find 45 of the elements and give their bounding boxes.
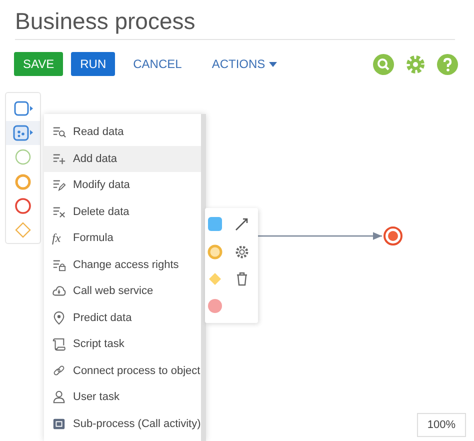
- link-icon: [52, 364, 66, 378]
- menu-item[interactable]: Read data: [44, 119, 201, 146]
- menu-item[interactable]: Add data: [44, 146, 201, 172]
- menu-item[interactable]: Call web service: [44, 278, 201, 304]
- pencil-icon: [52, 178, 66, 192]
- menu-item[interactable]: Sub-process (Call activity): [44, 410, 201, 437]
- task-icon[interactable]: [207, 216, 223, 232]
- zoom-level[interactable]: 100%: [417, 413, 466, 437]
- menu-item[interactable]: Delete data: [44, 198, 201, 225]
- search-icon[interactable]: [373, 54, 394, 74]
- menu-item[interactable]: fx Formula: [44, 225, 201, 252]
- task-icon: [12, 98, 34, 119]
- settings-icon[interactable]: [234, 244, 250, 260]
- formula-icon: fx: [52, 231, 66, 246]
- map-pin-icon: [52, 310, 66, 325]
- add-data-icon: [52, 152, 66, 166]
- actions-dropdown[interactable]: ACTIONS: [210, 52, 280, 76]
- menu-item[interactable]: Modify data: [44, 172, 201, 198]
- script-task-icon: [12, 123, 34, 144]
- subprocess-icon: [52, 416, 66, 431]
- delete-icon[interactable]: [234, 271, 250, 287]
- palette-item[interactable]: [6, 121, 40, 145]
- cloud-icon: [52, 284, 66, 298]
- menu-item[interactable]: Script task: [44, 331, 201, 358]
- end-event-icon[interactable]: [207, 298, 223, 314]
- page-title: Business process: [15, 8, 455, 40]
- menu-item[interactable]: User task: [44, 384, 201, 410]
- help-icon[interactable]: [437, 54, 458, 74]
- cancel-link[interactable]: CANCEL: [131, 52, 184, 76]
- connector-arrow[interactable]: [258, 232, 382, 240]
- intermediate-event-icon[interactable]: [207, 244, 223, 260]
- lock-icon: [52, 258, 66, 272]
- run-button[interactable]: RUN: [71, 52, 116, 76]
- read-data-icon: [52, 125, 66, 140]
- end-event-icon[interactable]: [384, 226, 402, 246]
- menu-item[interactable]: Connect process to object: [44, 358, 201, 384]
- gateway-icon[interactable]: [207, 271, 223, 287]
- scroll-icon: [52, 337, 66, 352]
- connector-icon[interactable]: [234, 216, 250, 232]
- caret-icon: [269, 62, 278, 66]
- end-event-icon: [12, 196, 34, 216]
- user-icon: [52, 390, 66, 404]
- menu-item[interactable]: Predict data: [44, 304, 201, 331]
- delete-data-icon: [52, 204, 66, 219]
- menu-item[interactable]: Change access rights: [44, 252, 201, 278]
